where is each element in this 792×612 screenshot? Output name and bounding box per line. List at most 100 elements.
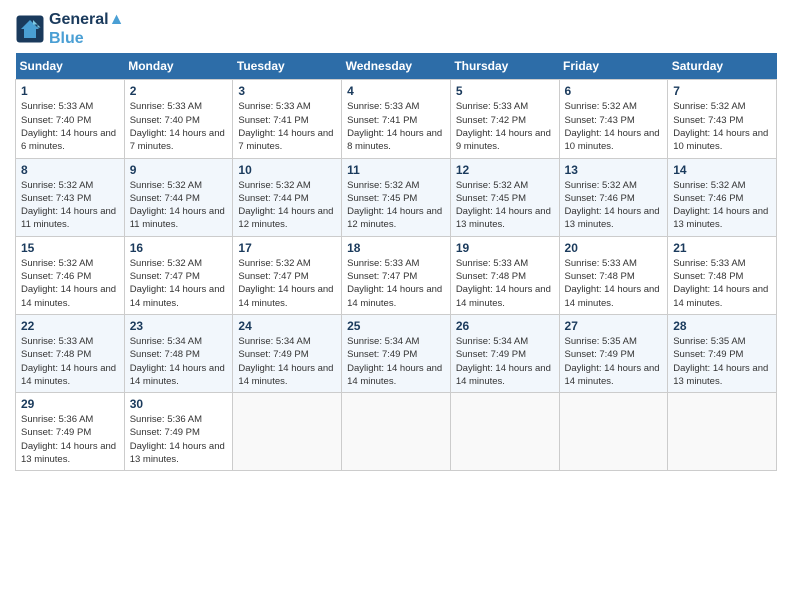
day-number: 20: [565, 241, 663, 255]
day-number: 13: [565, 163, 663, 177]
calendar-cell: 19 Sunrise: 5:33 AM Sunset: 7:48 PM Dayl…: [450, 236, 559, 314]
calendar-cell: 30 Sunrise: 5:36 AM Sunset: 7:49 PM Dayl…: [124, 393, 233, 471]
week-row-3: 15 Sunrise: 5:32 AM Sunset: 7:46 PM Dayl…: [16, 236, 777, 314]
day-info: Sunrise: 5:33 AM Sunset: 7:48 PM Dayligh…: [565, 257, 663, 310]
day-number: 12: [456, 163, 554, 177]
day-header-sunday: Sunday: [16, 53, 125, 80]
day-info: Sunrise: 5:33 AM Sunset: 7:40 PM Dayligh…: [130, 100, 228, 153]
day-info: Sunrise: 5:33 AM Sunset: 7:42 PM Dayligh…: [456, 100, 554, 153]
calendar-table: SundayMondayTuesdayWednesdayThursdayFrid…: [15, 53, 777, 471]
page-header: General▲ Blue: [15, 10, 777, 48]
day-info: Sunrise: 5:32 AM Sunset: 7:46 PM Dayligh…: [565, 179, 663, 232]
day-info: Sunrise: 5:32 AM Sunset: 7:46 PM Dayligh…: [673, 179, 771, 232]
day-number: 7: [673, 84, 771, 98]
calendar-cell: [668, 393, 777, 471]
calendar-cell: 22 Sunrise: 5:33 AM Sunset: 7:48 PM Dayl…: [16, 314, 125, 392]
day-info: Sunrise: 5:32 AM Sunset: 7:43 PM Dayligh…: [565, 100, 663, 153]
day-info: Sunrise: 5:33 AM Sunset: 7:41 PM Dayligh…: [347, 100, 445, 153]
day-number: 6: [565, 84, 663, 98]
day-header-wednesday: Wednesday: [342, 53, 451, 80]
calendar-cell: 9 Sunrise: 5:32 AM Sunset: 7:44 PM Dayli…: [124, 158, 233, 236]
day-info: Sunrise: 5:33 AM Sunset: 7:47 PM Dayligh…: [347, 257, 445, 310]
day-number: 1: [21, 84, 119, 98]
day-info: Sunrise: 5:32 AM Sunset: 7:47 PM Dayligh…: [130, 257, 228, 310]
calendar-cell: 2 Sunrise: 5:33 AM Sunset: 7:40 PM Dayli…: [124, 80, 233, 158]
day-number: 25: [347, 319, 445, 333]
day-number: 29: [21, 397, 119, 411]
day-number: 10: [238, 163, 336, 177]
day-info: Sunrise: 5:32 AM Sunset: 7:45 PM Dayligh…: [456, 179, 554, 232]
calendar-cell: 3 Sunrise: 5:33 AM Sunset: 7:41 PM Dayli…: [233, 80, 342, 158]
calendar-cell: 18 Sunrise: 5:33 AM Sunset: 7:47 PM Dayl…: [342, 236, 451, 314]
day-number: 19: [456, 241, 554, 255]
logo-icon: [15, 14, 45, 44]
calendar-cell: 4 Sunrise: 5:33 AM Sunset: 7:41 PM Dayli…: [342, 80, 451, 158]
day-number: 23: [130, 319, 228, 333]
calendar-cell: 11 Sunrise: 5:32 AM Sunset: 7:45 PM Dayl…: [342, 158, 451, 236]
day-info: Sunrise: 5:32 AM Sunset: 7:47 PM Dayligh…: [238, 257, 336, 310]
day-info: Sunrise: 5:32 AM Sunset: 7:43 PM Dayligh…: [21, 179, 119, 232]
day-number: 11: [347, 163, 445, 177]
calendar-cell: [559, 393, 668, 471]
calendar-cell: 8 Sunrise: 5:32 AM Sunset: 7:43 PM Dayli…: [16, 158, 125, 236]
day-header-tuesday: Tuesday: [233, 53, 342, 80]
day-number: 4: [347, 84, 445, 98]
calendar-cell: 14 Sunrise: 5:32 AM Sunset: 7:46 PM Dayl…: [668, 158, 777, 236]
calendar-cell: 27 Sunrise: 5:35 AM Sunset: 7:49 PM Dayl…: [559, 314, 668, 392]
day-info: Sunrise: 5:32 AM Sunset: 7:45 PM Dayligh…: [347, 179, 445, 232]
day-number: 14: [673, 163, 771, 177]
day-number: 22: [21, 319, 119, 333]
day-info: Sunrise: 5:33 AM Sunset: 7:40 PM Dayligh…: [21, 100, 119, 153]
day-info: Sunrise: 5:33 AM Sunset: 7:48 PM Dayligh…: [21, 335, 119, 388]
day-info: Sunrise: 5:33 AM Sunset: 7:41 PM Dayligh…: [238, 100, 336, 153]
calendar-cell: 26 Sunrise: 5:34 AM Sunset: 7:49 PM Dayl…: [450, 314, 559, 392]
calendar-cell: 12 Sunrise: 5:32 AM Sunset: 7:45 PM Dayl…: [450, 158, 559, 236]
day-number: 30: [130, 397, 228, 411]
day-number: 28: [673, 319, 771, 333]
calendar-cell: [450, 393, 559, 471]
logo-text: General▲ Blue: [49, 10, 124, 48]
week-row-4: 22 Sunrise: 5:33 AM Sunset: 7:48 PM Dayl…: [16, 314, 777, 392]
day-number: 8: [21, 163, 119, 177]
calendar-cell: 28 Sunrise: 5:35 AM Sunset: 7:49 PM Dayl…: [668, 314, 777, 392]
calendar-cell: 17 Sunrise: 5:32 AM Sunset: 7:47 PM Dayl…: [233, 236, 342, 314]
day-info: Sunrise: 5:32 AM Sunset: 7:44 PM Dayligh…: [238, 179, 336, 232]
day-header-thursday: Thursday: [450, 53, 559, 80]
calendar-cell: 21 Sunrise: 5:33 AM Sunset: 7:48 PM Dayl…: [668, 236, 777, 314]
day-number: 5: [456, 84, 554, 98]
day-info: Sunrise: 5:36 AM Sunset: 7:49 PM Dayligh…: [130, 413, 228, 466]
day-number: 27: [565, 319, 663, 333]
logo: General▲ Blue: [15, 10, 124, 48]
day-number: 26: [456, 319, 554, 333]
day-number: 2: [130, 84, 228, 98]
calendar-cell: 20 Sunrise: 5:33 AM Sunset: 7:48 PM Dayl…: [559, 236, 668, 314]
calendar-cell: [342, 393, 451, 471]
week-row-5: 29 Sunrise: 5:36 AM Sunset: 7:49 PM Dayl…: [16, 393, 777, 471]
day-number: 21: [673, 241, 771, 255]
calendar-cell: 16 Sunrise: 5:32 AM Sunset: 7:47 PM Dayl…: [124, 236, 233, 314]
day-number: 24: [238, 319, 336, 333]
day-info: Sunrise: 5:35 AM Sunset: 7:49 PM Dayligh…: [673, 335, 771, 388]
week-row-1: 1 Sunrise: 5:33 AM Sunset: 7:40 PM Dayli…: [16, 80, 777, 158]
calendar-cell: 10 Sunrise: 5:32 AM Sunset: 7:44 PM Dayl…: [233, 158, 342, 236]
day-info: Sunrise: 5:32 AM Sunset: 7:43 PM Dayligh…: [673, 100, 771, 153]
calendar-cell: 1 Sunrise: 5:33 AM Sunset: 7:40 PM Dayli…: [16, 80, 125, 158]
day-info: Sunrise: 5:34 AM Sunset: 7:49 PM Dayligh…: [347, 335, 445, 388]
day-header-friday: Friday: [559, 53, 668, 80]
day-number: 16: [130, 241, 228, 255]
calendar-cell: 5 Sunrise: 5:33 AM Sunset: 7:42 PM Dayli…: [450, 80, 559, 158]
calendar-cell: 7 Sunrise: 5:32 AM Sunset: 7:43 PM Dayli…: [668, 80, 777, 158]
week-row-2: 8 Sunrise: 5:32 AM Sunset: 7:43 PM Dayli…: [16, 158, 777, 236]
day-info: Sunrise: 5:32 AM Sunset: 7:46 PM Dayligh…: [21, 257, 119, 310]
day-number: 9: [130, 163, 228, 177]
day-info: Sunrise: 5:34 AM Sunset: 7:49 PM Dayligh…: [456, 335, 554, 388]
day-header-monday: Monday: [124, 53, 233, 80]
day-info: Sunrise: 5:33 AM Sunset: 7:48 PM Dayligh…: [673, 257, 771, 310]
day-info: Sunrise: 5:33 AM Sunset: 7:48 PM Dayligh…: [456, 257, 554, 310]
day-number: 15: [21, 241, 119, 255]
calendar-cell: 25 Sunrise: 5:34 AM Sunset: 7:49 PM Dayl…: [342, 314, 451, 392]
calendar-cell: 13 Sunrise: 5:32 AM Sunset: 7:46 PM Dayl…: [559, 158, 668, 236]
day-info: Sunrise: 5:34 AM Sunset: 7:49 PM Dayligh…: [238, 335, 336, 388]
day-number: 17: [238, 241, 336, 255]
calendar-cell: 15 Sunrise: 5:32 AM Sunset: 7:46 PM Dayl…: [16, 236, 125, 314]
